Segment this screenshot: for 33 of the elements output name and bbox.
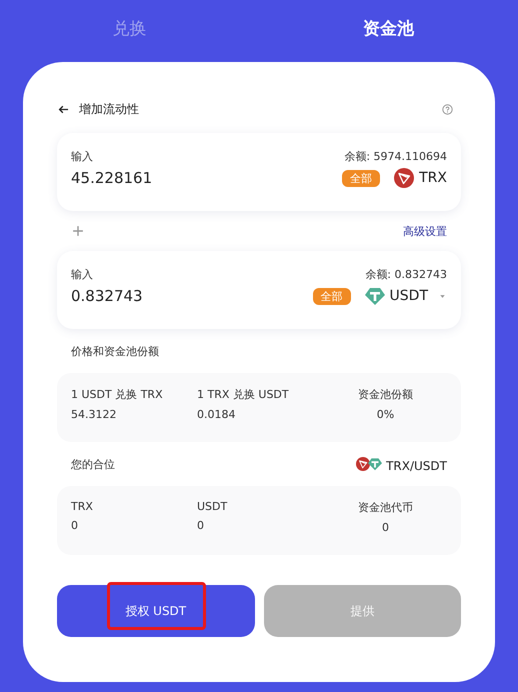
stat-value: 0 [197,519,205,532]
stat-label: TRX [71,500,94,513]
amount-field[interactable]: 0.832743 [71,287,211,305]
stat-value: 0% [376,408,394,421]
balance-text: 余额: 0.832743 [365,267,447,282]
input-label: 输入 [71,267,93,282]
diamond-coin-icon [368,457,382,471]
token-name: USDT [390,288,428,304]
pair-name: TRX/USDT [386,459,447,473]
stat-value: 0.0184 [197,408,236,421]
amount-field[interactable]: 45.228161 [71,169,211,187]
stat-value: 0 [71,519,79,532]
input-label: 输入 [71,149,93,164]
triangle-coin-icon [356,457,370,471]
balance-text: 余额: 5974.110694 [344,149,447,164]
section-title: 价格和资金池份额 [70,344,160,360]
stat-label: 资金池代币 [358,500,413,515]
token-name: TRX [419,170,447,186]
tab[interactable]: 资金池 [259,16,518,46]
stat-label: 资金池份额 [358,387,413,402]
advanced-settings-link[interactable]: 高级设置 [403,224,447,238]
section-title: 您的合位 [71,456,115,472]
stat-label: 1 USDT 兑换 TRX [71,387,164,402]
stat-label: USDT [197,500,228,513]
diamond-coin-icon [364,286,385,306]
stat-value: 54.3122 [71,408,118,421]
help-icon [442,104,453,114]
page-title: 增加流动性 [79,100,139,118]
stat-value: 0 [382,521,389,534]
approve-button[interactable]: 授权 USDT [57,585,254,637]
triangle-coin-icon [394,168,414,188]
plus-icon [71,224,85,238]
stat-label: 1 TRX 兑换 USDT [197,387,290,402]
